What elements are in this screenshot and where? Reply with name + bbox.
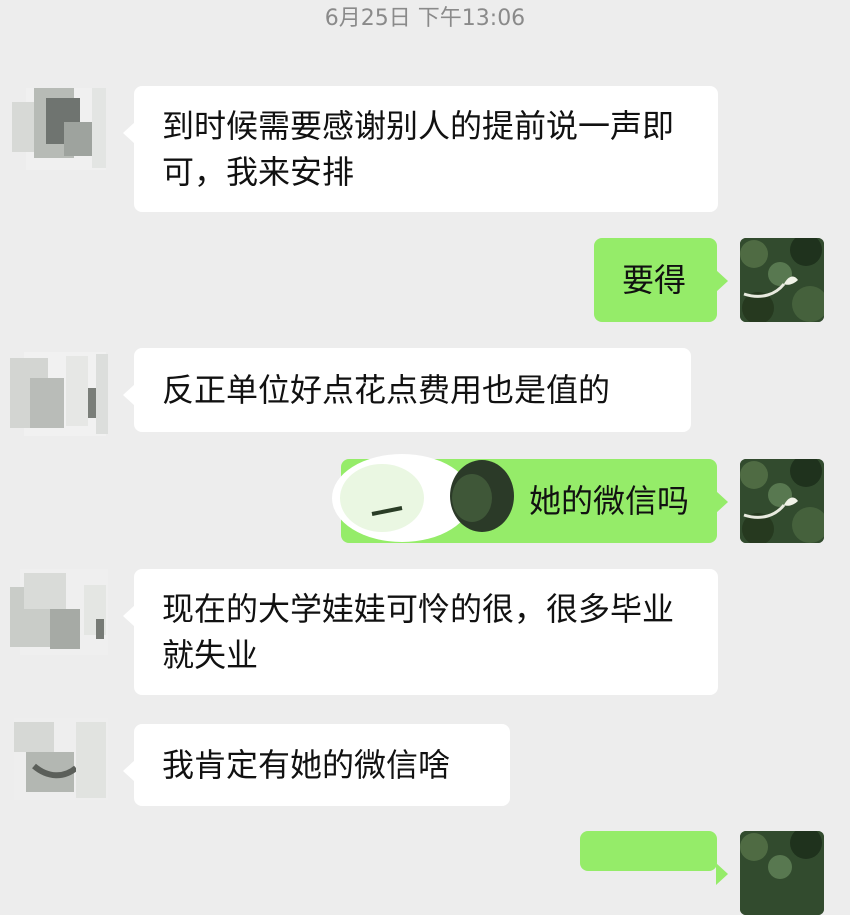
message-text: 到时候需要感谢别人的提前说一声即可，我来安排 (162, 107, 675, 191)
message-bubble-outgoing[interactable]: 要得 (594, 238, 728, 322)
message-bubble-incoming[interactable]: 现在的大学娃娃可怜的很，很多毕业就失业 (123, 569, 718, 695)
contact-avatar-icon[interactable] (4, 82, 112, 176)
contact-avatar-icon[interactable] (4, 712, 112, 806)
contact-avatar-icon[interactable] (4, 565, 112, 659)
message-text: 反正单位好点花点费用也是值的 (162, 371, 611, 409)
self-avatar-icon[interactable] (740, 459, 824, 543)
self-avatar-icon[interactable] (740, 831, 824, 915)
message-text: 我肯定有她的微信啥 (162, 746, 451, 784)
message-bubble-incoming[interactable]: 反正单位好点花点费用也是值的 (123, 348, 691, 432)
self-avatar-icon[interactable] (740, 238, 824, 322)
message-bubble-outgoing-partial[interactable] (580, 831, 728, 885)
contact-avatar-icon[interactable] (4, 348, 112, 442)
message-bubble-incoming[interactable]: 我肯定有她的微信啥 (123, 724, 510, 806)
chat-timestamp: 6月25日 下午13:06 (324, 6, 526, 31)
redaction-scribble (332, 448, 517, 548)
message-text: 现在的大学娃娃可怜的很，很多毕业就失业 (162, 590, 675, 674)
message-bubble-incoming[interactable]: 到时候需要感谢别人的提前说一声即可，我来安排 (123, 86, 718, 212)
message-text: 要得 (622, 261, 687, 299)
